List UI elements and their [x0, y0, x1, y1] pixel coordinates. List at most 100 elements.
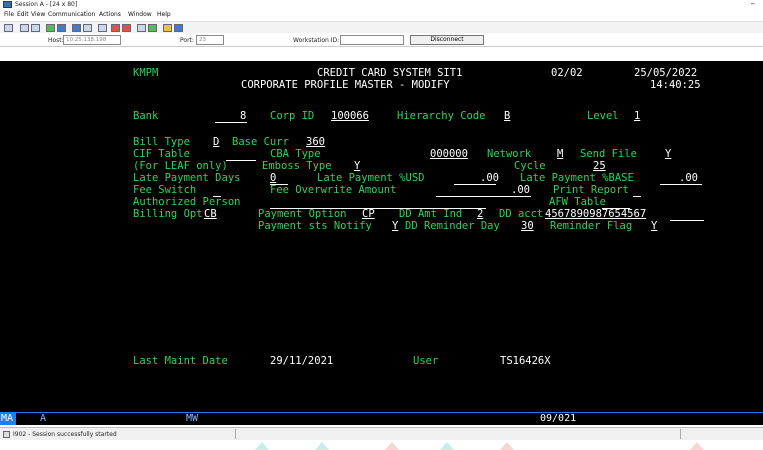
decor-shape — [385, 442, 399, 450]
record-icon[interactable] — [111, 24, 120, 32]
disconnect-button[interactable]: Disconnect — [410, 35, 484, 45]
corp-id-value: 100066 — [331, 110, 369, 122]
receive-icon[interactable] — [57, 24, 66, 32]
send-file-label: Send File — [580, 148, 637, 160]
leaf-only-label: (For LEAF only) — [133, 160, 228, 172]
send-file-field[interactable]: Y — [665, 148, 671, 160]
palette-icon[interactable] — [163, 24, 172, 32]
authorized-person-label: Authorized Person — [133, 196, 241, 208]
status-message: I902 - Session successfully started — [13, 431, 117, 438]
reminder-flag-field[interactable]: Y — [651, 220, 657, 232]
display-icon[interactable] — [72, 24, 81, 32]
dd-acct-field[interactable]: 4567890987654567 — [545, 208, 646, 220]
level-field[interactable]: 1 — [634, 110, 640, 122]
dd-amt-ind-field[interactable]: 2 — [477, 208, 483, 220]
oia-mode: MW — [186, 413, 199, 424]
late-usd-underline — [454, 184, 496, 185]
workstation-label: Workstation ID: — [293, 37, 340, 44]
menu-view[interactable]: View — [31, 11, 45, 18]
paste-icon[interactable] — [31, 24, 40, 32]
minimize-button[interactable]: – — [751, 0, 756, 9]
port-field[interactable]: 23 — [196, 35, 224, 45]
late-payment-base-label: Late Payment %BASE — [520, 172, 634, 184]
fee-overwrite-underline — [436, 196, 531, 197]
stop-icon[interactable] — [122, 24, 131, 32]
billing-opt-label: Billing Opt — [133, 208, 203, 220]
menu-bar: File Edit View Communication Actions Win… — [0, 10, 763, 20]
late-payment-usd-field[interactable]: .00 — [480, 172, 499, 184]
send-icon[interactable] — [46, 24, 55, 32]
host-field[interactable]: 10.25.138.198 — [63, 35, 121, 45]
menu-window[interactable]: Window — [128, 11, 152, 18]
cba-type-field[interactable]: 000000 — [430, 148, 468, 160]
status-divider — [680, 429, 681, 439]
emboss-type-label: Emboss Type — [262, 160, 332, 172]
workstation-field[interactable] — [340, 35, 404, 45]
dd-reminder-day-label: DD Reminder Day — [405, 220, 500, 232]
operator-info-area: MA A MW 09/021 — [0, 412, 763, 425]
level-label: Level — [587, 110, 619, 122]
network-field[interactable]: M — [557, 148, 563, 160]
macro-icon[interactable] — [98, 24, 107, 32]
menu-edit[interactable]: Edit — [17, 11, 29, 18]
status-bar: I902 - Session successfully started — [0, 427, 763, 440]
decor-shape — [500, 442, 514, 450]
base-curr-label: Base Curr — [232, 136, 289, 148]
bill-type-field[interactable]: D — [213, 136, 219, 148]
reminder-flag-label: Reminder Flag — [550, 220, 633, 232]
background-decoration — [0, 440, 763, 450]
cycle-field[interactable]: 25 — [593, 160, 606, 172]
payment-option-label: Payment Option — [258, 208, 347, 220]
user-value: TS16426X — [500, 355, 551, 367]
late-payment-base-field[interactable]: .00 — [679, 172, 698, 184]
billing-opt-field[interactable]: CB — [204, 208, 217, 220]
session-status-icon — [3, 431, 10, 438]
dd-reminder-day-field[interactable]: 30 — [521, 220, 534, 232]
menu-file[interactable]: File — [4, 11, 14, 18]
user-label: User — [413, 355, 439, 367]
host-label: Host: — [48, 37, 64, 44]
play-icon[interactable] — [137, 24, 146, 32]
system-name: CREDIT CARD SYSTEM SIT1 — [317, 67, 463, 79]
dd-amt-ind-label: DD Amt Ind — [399, 208, 463, 220]
cif-table-label: CIF Table — [133, 148, 190, 160]
menu-communication[interactable]: Communication — [48, 11, 95, 18]
fee-overwrite-field[interactable]: .00 — [511, 184, 530, 196]
toolbar — [0, 21, 763, 33]
bank-field[interactable]: 8 — [240, 110, 246, 122]
screen-time: 14:40:25 — [650, 79, 701, 91]
print-report-field[interactable] — [633, 196, 641, 197]
bank-underline — [215, 122, 247, 123]
base-curr-field[interactable]: 360 — [306, 136, 325, 148]
late-payment-days-label: Late Payment Days — [133, 172, 241, 184]
settings-icon[interactable] — [148, 24, 157, 32]
connection-bar: Host: 10.25.138.198 Port: 23 Workstation… — [0, 33, 763, 47]
cycle-label: Cycle — [514, 160, 546, 172]
keyboard-icon[interactable] — [83, 24, 92, 32]
window-title: Session A - [24 x 80] — [15, 1, 78, 8]
payment-notify-label: Payment sts Notify — [258, 220, 372, 232]
status-divider — [235, 429, 236, 439]
menu-help[interactable]: Help — [157, 11, 171, 18]
bill-type-label: Bill Type — [133, 136, 190, 148]
menu-actions[interactable]: Actions — [99, 11, 121, 18]
oia-session-letter: A — [40, 413, 47, 424]
port-label: Port: — [180, 37, 194, 44]
copy-icon[interactable] — [20, 24, 29, 32]
last-maint-date-label: Last Maint Date — [133, 355, 228, 367]
payment-notify-field[interactable]: Y — [392, 220, 398, 232]
cif-table-field[interactable] — [226, 160, 256, 161]
dd-acct-underline — [670, 220, 704, 221]
late-payment-days-field[interactable]: 0 — [270, 172, 276, 184]
hierarchy-code-field[interactable]: B — [504, 110, 510, 122]
fee-switch-label: Fee Switch — [133, 184, 197, 196]
terminal-screen[interactable]: KMPM CREDIT CARD SYSTEM SIT1 02/02 25/05… — [0, 61, 763, 412]
last-maint-date-value: 29/11/2021 — [270, 355, 334, 367]
emboss-type-field[interactable]: Y — [354, 160, 360, 172]
late-base-underline — [660, 184, 702, 185]
decor-shape — [440, 442, 454, 450]
payment-option-field[interactable]: CP — [362, 208, 375, 220]
edit-icon[interactable] — [174, 24, 183, 32]
hierarchy-code-label: Hierarchy Code — [397, 110, 486, 122]
print-icon[interactable] — [4, 24, 13, 32]
